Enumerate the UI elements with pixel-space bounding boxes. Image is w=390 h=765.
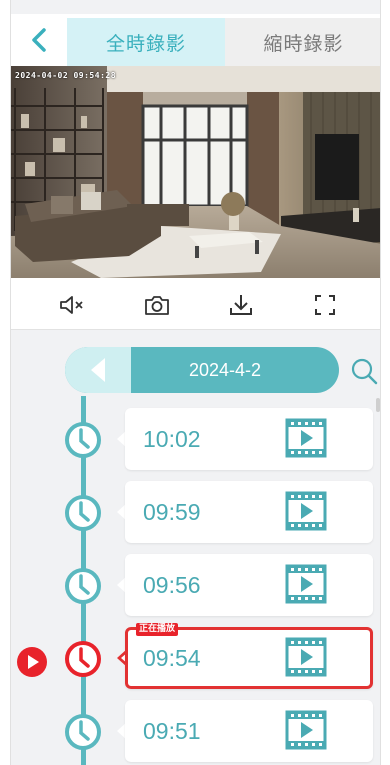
camera-icon [145,296,169,315]
recording-time: 09:54 [143,644,201,671]
film-play-icon[interactable] [285,637,327,677]
recording-time: 09:56 [143,571,201,598]
recording-item[interactable]: 09:56 [11,554,380,616]
now-playing-badge [17,647,47,677]
search-icon [351,358,378,385]
back-button[interactable] [11,14,67,66]
recording-card[interactable]: 10:02 [125,408,373,470]
chevron-left-icon [32,28,46,52]
previous-date-button[interactable] [65,347,131,393]
play-icon [28,655,39,669]
recording-card[interactable]: 09:56 [125,554,373,616]
film-play-icon[interactable] [285,564,327,604]
recording-time: 09:51 [143,717,201,744]
download-button[interactable] [224,288,258,322]
clock-icon [65,495,101,531]
triangle-left-icon [91,358,105,382]
playback-controls [11,278,380,330]
snapshot-button[interactable] [140,288,174,322]
living-room-video-frame [11,66,380,278]
mute-icon [60,296,83,314]
video-player[interactable]: 2024-04-02 09:54:28 [11,66,380,278]
recording-item[interactable]: 09:51 [11,700,380,762]
recording-time: 09:59 [143,498,201,525]
tab-timelapse-recording[interactable]: 縮時錄影 [225,18,380,66]
recording-item[interactable]: 09:59 [11,481,380,543]
fullscreen-icon [315,295,335,315]
tab-full-time-recording[interactable]: 全時錄影 [67,18,225,66]
current-date[interactable]: 2024-4-2 [131,347,319,393]
download-icon [230,295,252,315]
recording-card[interactable]: 09:51 [125,700,373,762]
film-play-icon[interactable] [285,710,327,750]
recording-card-active[interactable]: 正在播放 09:54 [125,623,373,689]
clock-icon [65,422,101,458]
search-button[interactable] [349,356,379,386]
recording-item[interactable]: 10:02 [11,408,380,470]
film-play-icon[interactable] [285,418,327,458]
clock-icon [65,568,101,604]
recording-item-playing[interactable]: 正在播放 09:54 [11,623,380,689]
video-timestamp: 2024-04-02 09:54:28 [15,71,117,80]
recording-time: 10:02 [143,425,201,452]
mute-button[interactable] [55,288,89,322]
app-frame: 全時錄影 縮時錄影 2024-04-02 09:54:28 2024-4-2 1… [10,0,381,765]
fullscreen-button[interactable] [308,288,342,322]
film-play-icon[interactable] [285,491,327,531]
clock-icon [65,714,101,750]
recording-card[interactable]: 09:59 [125,481,373,543]
clock-icon [65,641,101,677]
header: 全時錄影 縮時錄影 [11,14,380,66]
date-selector: 2024-4-2 [65,347,339,393]
